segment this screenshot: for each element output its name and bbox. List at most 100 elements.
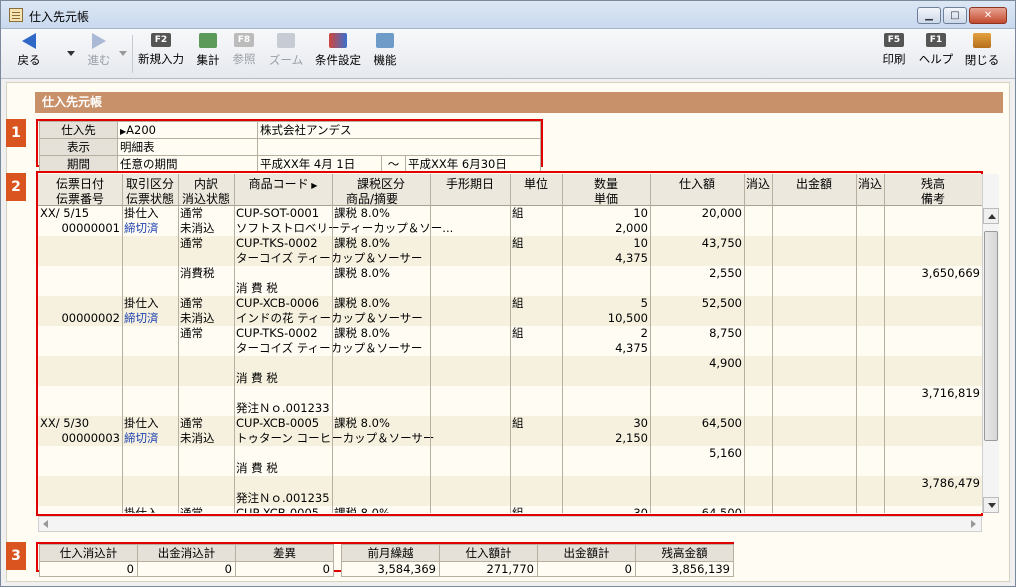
cell-unit: 組 — [512, 506, 524, 513]
header-remarks[interactable]: 備考 — [884, 190, 982, 207]
cell-qty: 10 — [633, 206, 648, 220]
header-product-desc[interactable]: 商品/摘要 — [234, 190, 510, 207]
close-window-button[interactable]: ✕ — [969, 7, 1007, 24]
cell-qty: 2 — [640, 326, 648, 340]
cell-amt: 64,500 — [701, 416, 742, 430]
header-clearing-status[interactable]: 消込状態 — [178, 190, 234, 207]
cell-bal: 3,786,479 — [921, 476, 980, 490]
scroll-right-icon[interactable] — [971, 520, 976, 528]
cell-date: XX/ 5/15 — [40, 206, 90, 220]
functions-button[interactable]: 機能 — [370, 33, 400, 68]
refer-button[interactable]: F8 参照 — [229, 33, 259, 67]
header-sort-icon: ▶ — [308, 181, 318, 190]
header-clear-1[interactable]: 消込 — [744, 175, 772, 192]
cell-uchi: 通常 — [180, 206, 203, 220]
scroll-down-button[interactable] — [983, 497, 999, 513]
cell-code: CUP-TKS-0002 — [236, 326, 318, 340]
new-entry-button[interactable]: F2 新規入力 — [136, 33, 186, 67]
badge-1: 1 — [6, 119, 26, 147]
column-divider — [332, 174, 333, 513]
period-from[interactable]: 平成XX年 4月 1日 — [257, 155, 382, 173]
header-slip-status[interactable]: 伝票状態 — [122, 190, 178, 207]
period-type[interactable]: 任意の期間 — [117, 155, 258, 173]
section-title: 仕入先元帳 — [35, 92, 1003, 113]
cell-qty: 10 — [633, 236, 648, 250]
ledger-window: 仕入先元帳 ▁ □ ✕ 戻る 進む F2 新規入力 集計 F8 参照 ズーム 条… — [0, 0, 1016, 587]
scroll-left-icon[interactable] — [43, 520, 48, 528]
cell-kubun: 掛仕入 — [124, 206, 159, 220]
column-divider — [178, 174, 179, 513]
vertical-scrollbar[interactable] — [982, 174, 999, 513]
scroll-up-button[interactable] — [983, 208, 999, 224]
display-label: 表示 — [39, 138, 118, 156]
total-payment: 0 — [537, 561, 636, 577]
cell-kubun: 掛仕入 — [124, 416, 159, 430]
close-button[interactable]: 閉じる — [961, 33, 1003, 68]
cell-bal: 3,650,669 — [921, 266, 980, 280]
conditions-button[interactable]: 条件設定 — [312, 33, 364, 68]
minimize-button[interactable]: ▁ — [917, 7, 941, 24]
cell-code: CUP-XCB-0005 — [236, 506, 320, 513]
zoom-button[interactable]: ズーム — [265, 33, 307, 68]
maximize-button[interactable]: □ — [943, 7, 967, 24]
column-divider — [650, 174, 651, 513]
column-divider — [122, 174, 123, 513]
supplier-code[interactable]: ▶A200 — [117, 121, 258, 139]
print-button[interactable]: F5 印刷 — [879, 33, 909, 67]
detail-grid[interactable]: 伝票日付 伝票番号 取引区分 伝票状態 内訳 消込状態 商品コード ▶ 課税区分… — [38, 174, 982, 513]
cell-price: 10,500 — [607, 311, 648, 325]
cell-tax: 課税 8.0% — [334, 266, 390, 280]
cell-desc: 発注Ｎｏ.001233 — [236, 401, 330, 415]
cell-desc: ソフトストロベリーティーカップ＆ソー... — [236, 221, 454, 235]
cell-amt: 43,750 — [701, 236, 742, 250]
total-payment-cleared: 0 — [137, 561, 236, 577]
horizontal-scrollbar[interactable] — [38, 516, 982, 532]
prev-balance-label: 前月繰越 — [341, 544, 440, 562]
cell-tax: 課税 8.0% — [334, 506, 390, 513]
column-divider — [562, 174, 563, 513]
period-to[interactable]: 平成XX年 6月30日 — [405, 155, 541, 173]
column-divider — [744, 174, 745, 513]
cell-kesi: 未消込 — [180, 221, 215, 235]
total-button[interactable]: 集計 — [193, 33, 223, 68]
column-divider — [856, 174, 857, 513]
column-divider — [510, 174, 511, 513]
total-payment-label: 出金額計 — [537, 544, 636, 562]
toolbar-separator — [132, 35, 133, 73]
cell-tax: 課税 8.0% — [334, 236, 390, 250]
cell-desc: ターコイズ ティーカップ＆ソーサー — [236, 251, 423, 265]
cell-desc: 消 費 税 — [236, 371, 278, 385]
difference-label: 差異 — [235, 544, 334, 562]
forward-dropdown-icon[interactable] — [119, 51, 127, 56]
cell-qty: 5 — [640, 296, 648, 310]
back-arrow-icon — [22, 33, 36, 49]
total-purchase: 271,770 — [439, 561, 538, 577]
header-slip-no[interactable]: 伝票番号 — [38, 190, 122, 207]
cell-no: 00000003 — [61, 431, 120, 445]
cell-date: XX/ 5/30 — [40, 416, 90, 430]
header-clear-2[interactable]: 消込 — [856, 175, 884, 192]
header-purchase-amount[interactable]: 仕入額 — [650, 175, 744, 192]
vertical-scroll-thumb[interactable] — [984, 231, 998, 441]
back-dropdown-icon[interactable] — [67, 51, 75, 56]
badge-2: 2 — [6, 173, 26, 201]
cell-price: 4,375 — [615, 341, 648, 355]
cell-amt: 2,550 — [709, 266, 742, 280]
forward-arrow-icon — [92, 33, 106, 49]
cell-uchi: 通常 — [180, 236, 203, 250]
cell-code: CUP-TKS-0002 — [236, 236, 318, 250]
f1-key-icon: F1 — [926, 33, 946, 47]
help-button[interactable]: F1 ヘルプ — [915, 33, 957, 67]
cell-desc: インドの花 ティーカップ＆ソーサー — [236, 311, 423, 325]
scroll-down-icon — [988, 503, 996, 508]
period-label: 期間 — [39, 155, 118, 173]
back-button[interactable]: 戻る — [11, 33, 47, 68]
forward-button[interactable]: 進む — [81, 33, 117, 68]
window-title: 仕入先元帳 — [29, 10, 90, 24]
column-divider — [430, 174, 431, 513]
app-icon — [9, 8, 23, 22]
display-value[interactable]: 明細表 — [117, 138, 258, 156]
header-unit[interactable]: 単位 — [510, 175, 562, 192]
header-payment-amount[interactable]: 出金額 — [772, 175, 856, 192]
header-unit-price[interactable]: 単価 — [562, 190, 650, 207]
